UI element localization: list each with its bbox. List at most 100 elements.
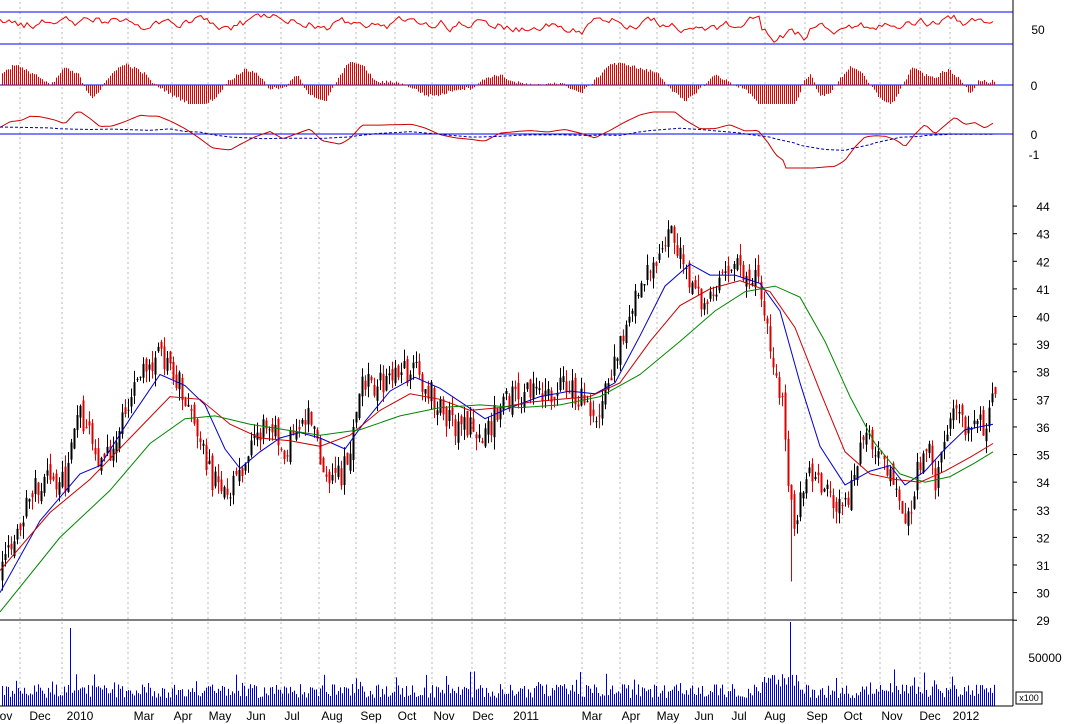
volume-bar (680, 683, 681, 706)
volume-bar (8, 687, 9, 706)
month-label: Jun (694, 709, 713, 723)
price-tick-label: 34 (1036, 476, 1050, 490)
histogram-bar (574, 85, 575, 90)
volume-bar (10, 696, 11, 706)
histogram-bar (254, 72, 255, 85)
volume-bar (442, 689, 443, 706)
candle-body (859, 442, 862, 464)
histogram-bar (984, 80, 985, 85)
histogram-bar (466, 85, 467, 88)
candle-body (37, 482, 40, 495)
histogram-bar (446, 85, 447, 94)
histogram-bar (602, 72, 603, 85)
volume-bar (506, 694, 507, 706)
candle-body (364, 380, 367, 390)
volume-bar (360, 681, 361, 706)
histogram-bar (496, 75, 497, 85)
volume-bar (568, 694, 569, 706)
histogram-bar (546, 84, 547, 85)
volume-bar (20, 690, 21, 706)
candle-body (154, 357, 157, 375)
volume-bar (908, 693, 909, 706)
volume-bar (36, 691, 37, 706)
candle-body (4, 554, 7, 560)
candle-body (931, 445, 934, 464)
histogram-bar (230, 80, 231, 85)
candle-body (586, 401, 589, 403)
histogram-tick: 0 (1031, 79, 1038, 93)
histogram-bar (698, 85, 699, 90)
histogram-bar (888, 85, 889, 103)
histogram-bar (392, 82, 393, 85)
volume-bar (706, 696, 707, 706)
volume-bar (978, 693, 979, 706)
volume-bar (188, 689, 189, 706)
volume-bar (764, 677, 765, 706)
volume-bar (154, 691, 155, 706)
histogram-bar (750, 85, 751, 94)
histogram-bar (636, 68, 637, 85)
candle-body (889, 469, 892, 482)
volume-bar (672, 689, 673, 706)
histogram-bar (774, 85, 775, 104)
volume-bar (584, 696, 585, 706)
volume-bar (266, 693, 267, 706)
histogram-bar (232, 79, 233, 85)
histogram-bar (618, 62, 619, 85)
volume-bar (366, 697, 367, 706)
volume-bar (340, 687, 341, 706)
volume-bar (296, 694, 297, 706)
candle-body (811, 463, 814, 482)
volume-bar (518, 691, 519, 706)
volume-bar (130, 690, 131, 706)
histogram-bar (692, 85, 693, 96)
histogram-bar (406, 84, 407, 85)
volume-bar (876, 689, 877, 706)
price-tick-label: 43 (1036, 228, 1050, 242)
histogram-bar (720, 78, 721, 85)
candle-body (160, 341, 163, 349)
candle-body (535, 386, 538, 389)
candle-body (337, 465, 340, 477)
candle-body (553, 396, 556, 400)
volume-bar (906, 684, 907, 706)
volume-bar (778, 679, 779, 706)
histogram-bar (264, 81, 265, 85)
histogram-bar (438, 85, 439, 97)
volume-bar (846, 685, 847, 706)
candle-body (475, 434, 478, 439)
candle-body (928, 443, 931, 454)
histogram-bar (804, 80, 805, 85)
histogram-bar (952, 73, 953, 85)
candle-body (772, 357, 775, 368)
histogram-bar (536, 84, 537, 85)
histogram-bar (876, 85, 877, 93)
candle-body (922, 453, 925, 473)
candle-body (733, 264, 736, 269)
histogram-bar (766, 85, 767, 104)
candle-body (694, 280, 697, 289)
volume-bar (26, 693, 27, 706)
histogram-bar (124, 65, 125, 85)
histogram-bar (148, 77, 149, 85)
candle-body (10, 543, 13, 550)
candle-body (862, 436, 865, 440)
candle-body (769, 326, 772, 352)
volume-bar (332, 684, 333, 706)
candle-body (904, 513, 907, 524)
histogram-bar (314, 85, 315, 98)
volume-bar (888, 691, 889, 706)
volume-bar (968, 685, 969, 706)
volume-bar (482, 687, 483, 706)
candle-body (448, 409, 451, 421)
histogram-bar (272, 85, 273, 90)
candle-body (673, 226, 676, 243)
volume-bar (596, 687, 597, 706)
histogram-bar (760, 85, 761, 104)
histogram-bar (458, 85, 459, 90)
histogram-bar (966, 85, 967, 88)
volume-bar (388, 696, 389, 706)
candle-body (379, 372, 382, 381)
volume-bar (264, 687, 265, 706)
volume-bar (924, 672, 925, 706)
